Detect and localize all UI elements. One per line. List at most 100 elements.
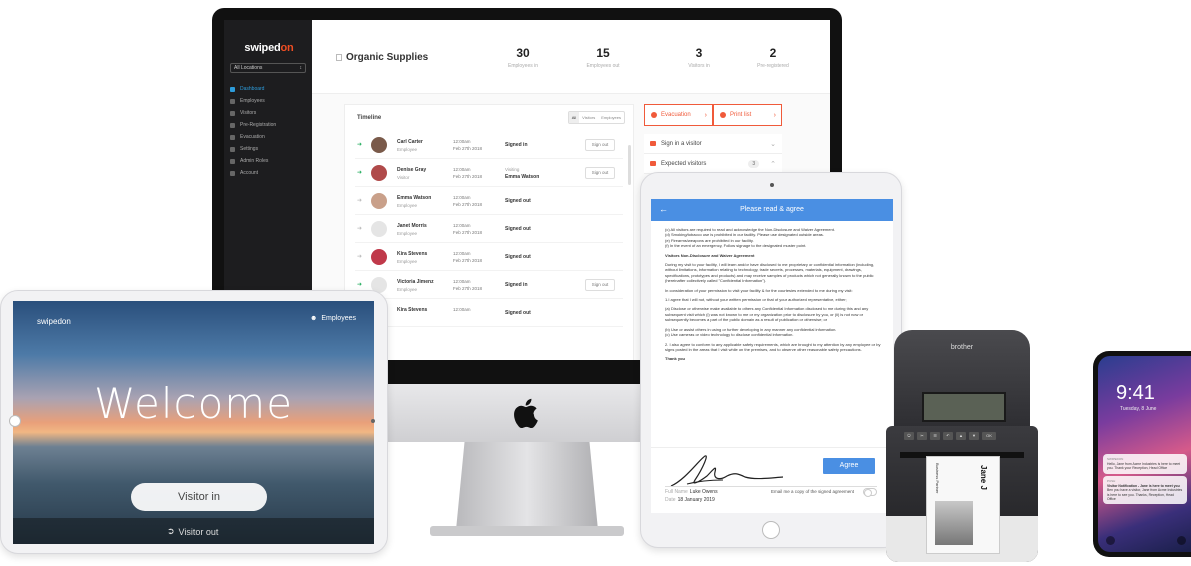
event-time: 12:00am — [453, 307, 471, 312]
gear-icon — [230, 146, 235, 152]
power-key[interactable]: ⏻ — [904, 432, 914, 440]
ok-key[interactable]: OK — [982, 432, 996, 440]
table-row[interactable]: ➜ Emma Watson Employee 12:00am Feb 27th 2018… — [355, 189, 623, 215]
sign-out-icon: ➲ — [167, 526, 175, 536]
event-time: 12:00am — [453, 279, 471, 284]
person-name: Denise Gray — [397, 167, 427, 173]
shield-icon — [651, 112, 657, 118]
avatar — [371, 193, 387, 209]
page-title: Organic Supplies — [346, 52, 429, 63]
print-list-button[interactable]: Print list › — [713, 104, 782, 126]
event-time: 12:00am — [453, 223, 471, 228]
printer-keys: ⏻ ✂ ☰ ↶ ▲ ▼ OK — [904, 432, 996, 440]
down-key[interactable]: ▼ — [969, 432, 979, 440]
location-select[interactable]: All Locations ↕ — [230, 63, 306, 73]
pre-registration-icon — [230, 122, 235, 128]
signature-area[interactable]: Agree Full Name Luke Owens Date 18 January… — [651, 447, 893, 513]
back-key[interactable]: ↶ — [943, 432, 953, 440]
stat-pre-registered[interactable]: 2 Pre-registered — [738, 46, 808, 69]
sign-in-icon: ➜ — [357, 282, 363, 288]
welcome-heading: Welcome — [93, 379, 294, 428]
sign-out-button[interactable]: Sign out — [585, 139, 615, 151]
sign-out-button[interactable]: Sign out — [585, 279, 615, 291]
agree-button[interactable]: Agree — [823, 458, 875, 474]
table-row[interactable]: ➜ Denise Gray Visitor 12:00am Feb 27th 2018 V… — [355, 161, 623, 187]
sidebar-item-settings[interactable]: Settings — [230, 143, 310, 155]
sidebar-item-admin-roles[interactable]: Admin Roles — [230, 155, 310, 167]
event-date: Feb 27th 2018 — [453, 146, 483, 151]
cut-key[interactable]: ✂ — [917, 432, 927, 440]
visitor-in-button[interactable]: Visitor in — [131, 483, 267, 511]
expected-visitors-item[interactable]: Expected visitors 3 ⌃ — [644, 154, 782, 174]
email-copy-toggle[interactable] — [863, 488, 877, 497]
printed-badge-label: Business Partner Jane J — [926, 456, 1000, 554]
person-name: Kira Stevens — [397, 307, 428, 313]
chevron-down-icon: ⌄ — [770, 140, 776, 148]
person-name: Kira Stevens — [397, 251, 428, 257]
home-button[interactable] — [9, 415, 21, 427]
sidebar-item-evacuation[interactable]: Evacuation — [230, 131, 310, 143]
table-row[interactable]: ➜ Janet Morris Employee 12:00am Feb 27th 201… — [355, 217, 623, 243]
table-row[interactable]: ➜Kira Stevens12:00amSigned out — [355, 301, 623, 327]
sidebar-item-account[interactable]: Account — [230, 167, 310, 179]
person-role: Employee — [397, 287, 418, 292]
avatar — [371, 249, 387, 265]
sign-out-button[interactable]: Sign out — [585, 167, 615, 179]
employees-link[interactable]: ☻ Employees — [310, 315, 356, 322]
up-key[interactable]: ▲ — [956, 432, 966, 440]
avatar — [371, 137, 387, 153]
employees-icon — [230, 98, 235, 104]
signature-line — [665, 486, 877, 487]
ipad-welcome-device: swipedon ☻ Employees Welcome Visitor in ➲… — [0, 290, 388, 554]
avatar — [371, 165, 387, 181]
event-time: 12:00am — [453, 167, 471, 172]
sign-in-icon: ➜ — [357, 142, 363, 148]
sign-in-icon: ➜ — [357, 170, 363, 176]
brand-logo: swipedon — [37, 317, 71, 326]
imac-stand-foot — [430, 526, 624, 536]
evacuation-button[interactable]: Evacuation › — [644, 104, 713, 126]
home-button[interactable] — [762, 521, 780, 539]
stat-employees-out[interactable]: 15 Employees out — [568, 46, 638, 69]
timeline-scrollbar[interactable] — [628, 145, 631, 185]
stat-employees-in[interactable]: 30 Employees in — [488, 46, 558, 69]
apple-logo-icon — [514, 398, 538, 428]
tab-all[interactable]: All — [568, 112, 580, 123]
stat-visitors-in[interactable]: 3 Visitors in — [664, 46, 734, 69]
avatar — [371, 221, 387, 237]
tab-visitors[interactable]: Visitors — [579, 112, 598, 123]
table-row[interactable]: ➜ Victoria Jimenz Employee 12:00am Feb 27th … — [355, 273, 623, 299]
notification-card[interactable]: PUSH Visitor Notification - Jane is here… — [1103, 476, 1187, 505]
flashlight-icon[interactable] — [1106, 536, 1115, 545]
chevron-up-icon: ⌃ — [770, 160, 776, 168]
notification-card[interactable]: SWIPEDON Hello, Jane from Acme Industrie… — [1103, 454, 1187, 474]
table-row[interactable]: ➜ Carl Carter Employee 12:00am Feb 27th 2018… — [355, 133, 623, 159]
label-name-text: Jane J — [979, 465, 988, 490]
event-date: Feb 27th 2018 — [453, 202, 483, 207]
visitor-out-bar: ➲ Visitor out — [13, 518, 374, 544]
sidebar-item-pre-registration[interactable]: Pre-Registration — [230, 119, 310, 131]
action-bar: Evacuation › Print list › — [644, 104, 782, 126]
sidebar-item-dashboard[interactable]: Dashboard — [230, 83, 310, 95]
person-name: Emma Watson — [397, 195, 432, 201]
event-date: Feb 27th 2018 — [453, 258, 483, 263]
sidebar-item-employees[interactable]: Employees — [230, 95, 310, 107]
tab-employees[interactable]: Employees — [598, 112, 624, 123]
table-row[interactable]: ➜ Kira Stevens Employee 12:00am Feb 27th 201… — [355, 245, 623, 271]
status-value: Emma Watson — [505, 174, 540, 180]
signature-drawing — [670, 455, 784, 487]
agreement-body: (c) All visitors are required to read an… — [665, 227, 883, 366]
event-time: 12:00am — [453, 195, 471, 200]
label-printer: brother ⏻ ✂ ☰ ↶ ▲ ▼ OK Business Partner … — [886, 330, 1038, 562]
status-value: Signed in — [505, 282, 528, 288]
sidebar-item-visitors[interactable]: Visitors — [230, 107, 310, 119]
lock-time: 9:41 — [1116, 382, 1155, 404]
lock-screen: 9:41 Tuesday, 8 June SWIPEDON Hello, Jan… — [1098, 356, 1191, 552]
person-name: Victoria Jimenz — [397, 279, 434, 285]
dashboard-icon — [230, 86, 235, 92]
person-role: Employee — [397, 203, 418, 208]
menu-key[interactable]: ☰ — [930, 432, 940, 440]
sign-in-visitor-item[interactable]: Sign in a visitor ⌄ — [644, 134, 782, 154]
visitor-out-button[interactable]: ➲ Visitor out — [167, 526, 218, 537]
camera-icon[interactable] — [1177, 536, 1186, 545]
